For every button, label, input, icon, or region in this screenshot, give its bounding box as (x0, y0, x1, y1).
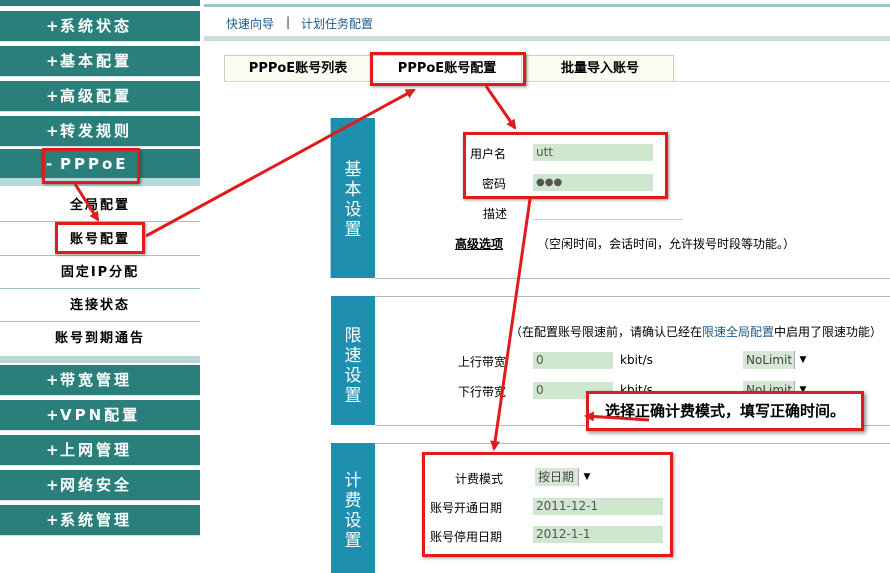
arrow-callout-to-billing (584, 411, 650, 422)
arrow-credentials-to-billing (490, 198, 532, 451)
arrow-pppoe-to-subitem (73, 183, 100, 222)
annotation-arrows (73, 85, 650, 451)
arrow-tab-to-credentials (484, 85, 517, 130)
arrow-subitem-to-tab (145, 88, 416, 238)
